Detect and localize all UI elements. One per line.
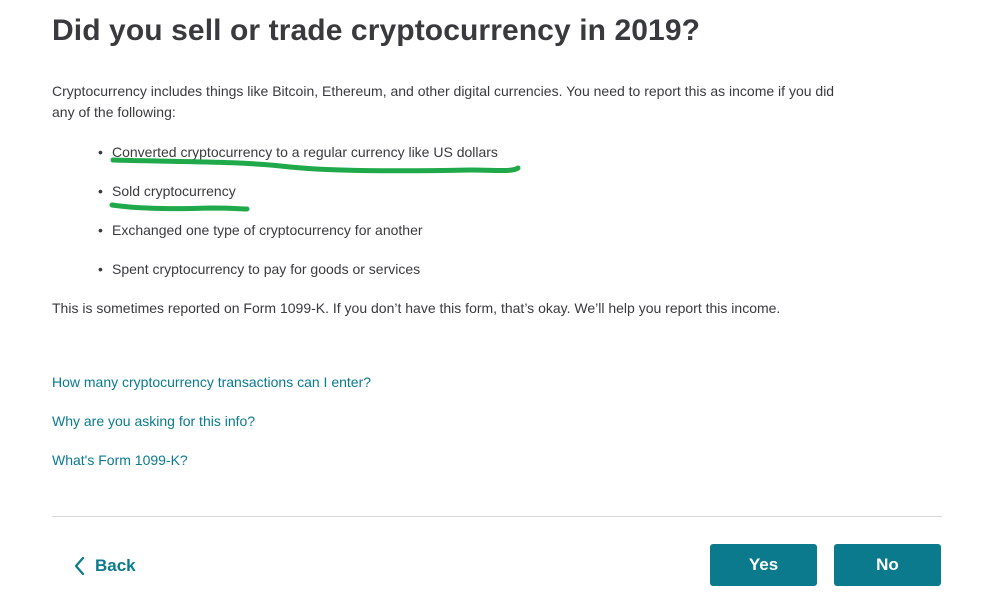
bullet-text: Sold cryptocurrency — [112, 183, 236, 199]
link-form-1099k[interactable]: What's Form 1099-K? — [52, 450, 188, 470]
page: Did you sell or trade cryptocurrency in … — [0, 0, 999, 615]
page-title: Did you sell or trade cryptocurrency in … — [52, 14, 701, 47]
back-label: Back — [95, 556, 136, 575]
bullet-dot-icon: • — [98, 222, 103, 238]
bullet-dot-icon: • — [98, 144, 103, 160]
link-transactions-limit[interactable]: How many cryptocurrency transactions can… — [52, 372, 371, 392]
list-item: • Converted cryptocurrency to a regular c… — [98, 142, 498, 162]
bullet-text: Converted cryptocurrency to a regular cu… — [112, 144, 498, 160]
list-item: • Sold cryptocurrency — [98, 181, 236, 201]
intro-text: Cryptocurrency includes things like Bitc… — [52, 83, 835, 120]
note-text: This is sometimes reported on Form 1099-… — [52, 300, 781, 316]
highlight-underline-2 — [109, 202, 250, 212]
chevron-left-icon — [74, 557, 85, 575]
bullet-dot-icon: • — [98, 183, 103, 199]
yes-button[interactable]: Yes — [710, 544, 817, 586]
divider — [52, 516, 942, 517]
bullet-text: Spent cryptocurrency to pay for goods or… — [112, 261, 421, 277]
bullet-text: Exchanged one type of cryptocurrency for… — [112, 222, 423, 238]
list-item: • Spent cryptocurrency to pay for goods o… — [98, 259, 420, 279]
back-button[interactable]: Back — [74, 552, 136, 580]
list-item: • Exchanged one type of cryptocurrency fo… — [98, 220, 423, 240]
bullet-dot-icon: • — [98, 261, 103, 277]
link-why-asking[interactable]: Why are you asking for this info? — [52, 411, 255, 431]
no-button[interactable]: No — [834, 544, 941, 586]
